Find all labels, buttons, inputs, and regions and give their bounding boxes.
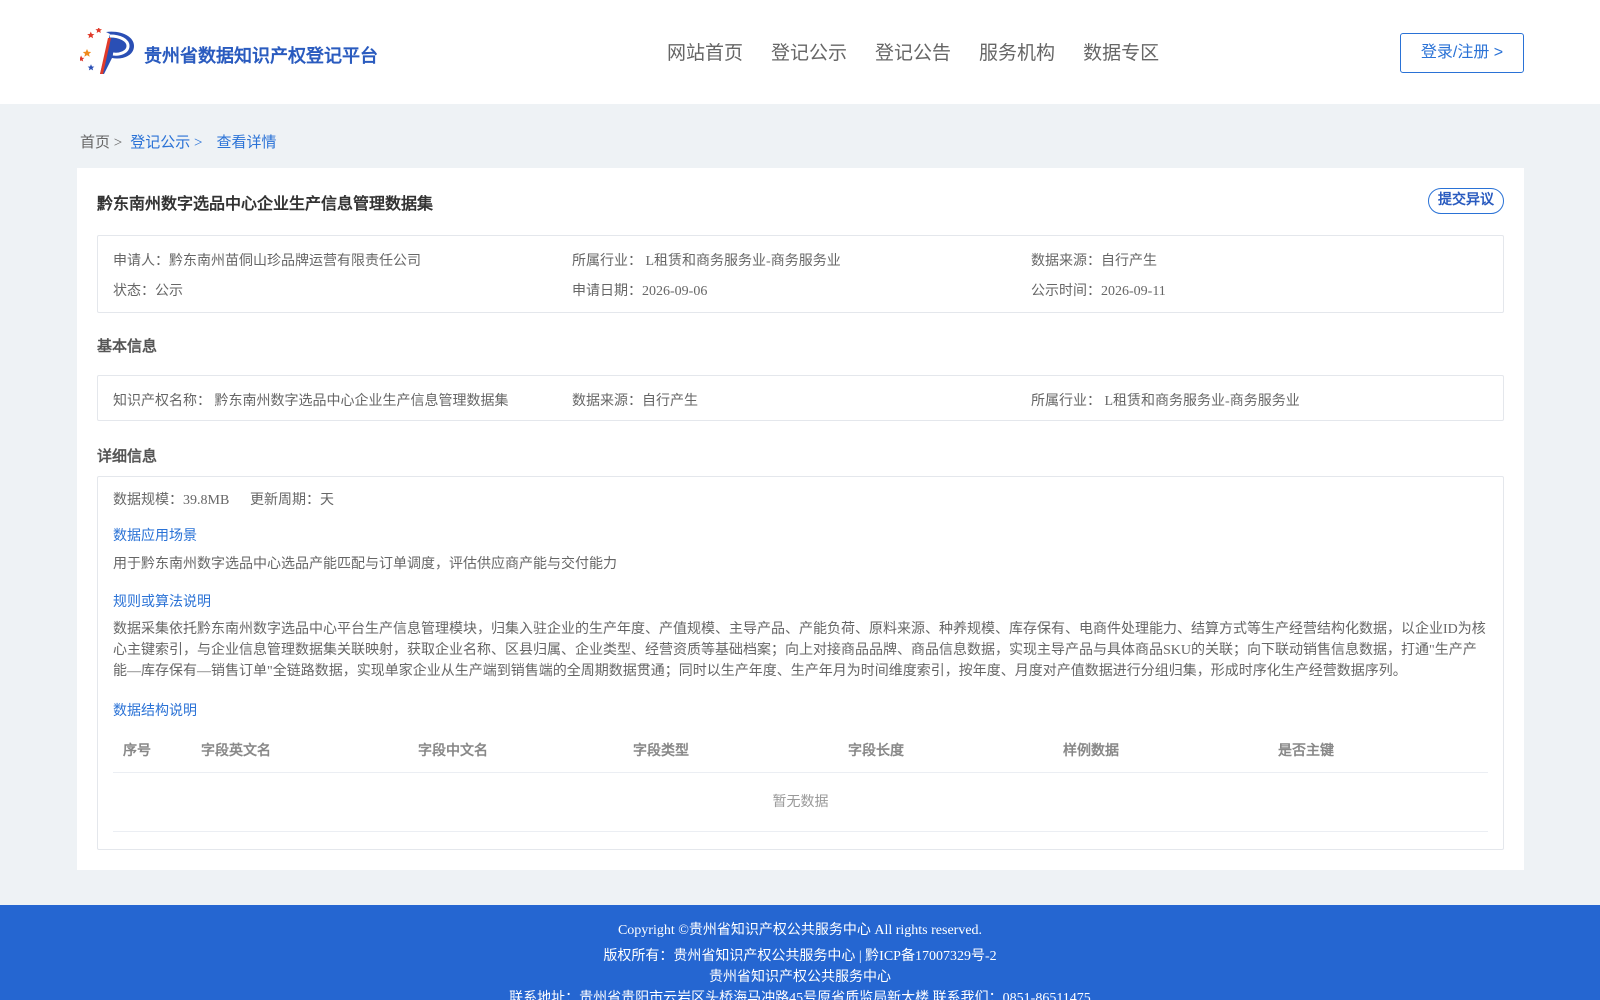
structure-table-header: 序号 字段英文名 字段中文名 字段类型 字段长度 样例数据 是否主键 (113, 727, 1488, 773)
nav-item-registration-announcement[interactable]: 登记公告 (875, 38, 951, 65)
login-register-button[interactable]: 登录/注册 > (1400, 33, 1524, 73)
breadcrumb-registration-publicity[interactable]: 登记公示 > (130, 131, 202, 152)
col-index: 序号 (123, 744, 151, 759)
col-field-cn: 字段中文名 (418, 744, 488, 759)
data-scale-field: 数据规模：39.8MB (113, 493, 230, 508)
basic-data-source-field: 数据来源：自行产生 (572, 394, 698, 409)
site-header: 贵州省数据知识产权登记平台 网站首页 登记公示 登记公告 服务机构 数据专区 登… (0, 0, 1600, 104)
site-title[interactable]: 贵州省数据知识产权登记平台 (144, 42, 378, 68)
footer-address: 联系地址：贵州省贵阳市云岩区头桥海马冲路45号原省质监局新大楼 联系我们：085… (509, 991, 1091, 1000)
application-scene-text: 用于黔东南州数字选品中心选品产能匹配与订单调度，评估供应商产能与交付能力 (113, 557, 617, 572)
platform-logo-icon[interactable] (80, 28, 138, 78)
col-field-length: 字段长度 (848, 744, 904, 759)
basic-industry-field: 所属行业： L租赁和商务服务业-商务服务业 (1031, 394, 1300, 409)
main-nav: 网站首页 登记公示 登记公告 服务机构 数据专区 (667, 38, 1187, 65)
page-title: 黔东南州数字选品中心企业生产信息管理数据集 (97, 196, 434, 213)
breadcrumb: 首页 > 登记公示 > 查看详情 (80, 131, 284, 152)
col-field-en: 字段英文名 (201, 744, 271, 759)
basic-info-box: 知识产权名称： 黔东南州数字选品中心企业生产信息管理数据集 数据来源：自行产生 … (97, 375, 1504, 421)
nav-item-service-agencies[interactable]: 服务机构 (979, 38, 1055, 65)
rule-algorithm-text: 数据采集依托黔东南州数字选品中心平台生产信息管理模块，归集入驻企业的生产年度、产… (113, 622, 1486, 679)
col-sample-data: 样例数据 (1063, 744, 1119, 759)
summary-box: 申请人：黔东南州苗侗山珍品牌运营有限责任公司 所属行业： L租赁和商务服务业-商… (97, 235, 1504, 313)
data-source-field: 数据来源：自行产生 (1031, 254, 1157, 269)
col-field-type: 字段类型 (633, 744, 689, 759)
detail-card: 黔东南州数字选品中心企业生产信息管理数据集 提交异议 申请人：黔东南州苗侗山珍品… (77, 168, 1524, 870)
update-cycle-field: 更新周期：天 (250, 493, 334, 508)
status-field: 状态：公示 (113, 284, 183, 299)
nav-item-home[interactable]: 网站首页 (667, 38, 743, 65)
table-empty-state: 暂无数据 (113, 773, 1488, 832)
detail-info-box: 数据规模：39.8MB 更新周期：天 数据应用场景 用于黔东南州数字选品中心选品… (97, 476, 1504, 850)
submit-objection-button[interactable]: 提交异议 (1428, 188, 1504, 214)
ip-name-field: 知识产权名称： 黔东南州数字选品中心企业生产信息管理数据集 (113, 394, 509, 409)
nav-item-data-zone[interactable]: 数据专区 (1083, 38, 1159, 65)
industry-field: 所属行业： L租赁和商务服务业-商务服务业 (572, 254, 841, 269)
breadcrumb-current: 查看详情 (216, 135, 277, 151)
detail-info-heading: 详细信息 (97, 449, 158, 465)
rule-algorithm-heading: 规则或算法说明 (113, 595, 211, 610)
footer-copyright: Copyright ©贵州省知识产权公共服务中心 All rights rese… (617, 923, 983, 938)
footer-owner: 版权所有：贵州省知识产权公共服务中心 | 黔ICP备17007329号-2 (603, 949, 997, 964)
applicant-field: 申请人：黔东南州苗侗山珍品牌运营有限责任公司 (113, 254, 421, 269)
apply-date-field: 申请日期：2026-09-06 (572, 284, 708, 299)
breadcrumb-home[interactable]: 首页 > (80, 131, 122, 152)
site-footer: Copyright ©贵州省知识产权公共服务中心 All rights rese… (0, 905, 1600, 1000)
footer-org: 贵州省知识产权公共服务中心 (709, 970, 891, 985)
nav-item-registration-publicity[interactable]: 登记公示 (771, 38, 847, 65)
basic-info-heading: 基本信息 (97, 339, 158, 355)
col-primary-key: 是否主键 (1278, 744, 1334, 759)
application-scene-heading: 数据应用场景 (113, 529, 197, 544)
data-structure-heading: 数据结构说明 (113, 704, 197, 719)
publish-date-field: 公示时间：2026-09-11 (1031, 284, 1166, 299)
